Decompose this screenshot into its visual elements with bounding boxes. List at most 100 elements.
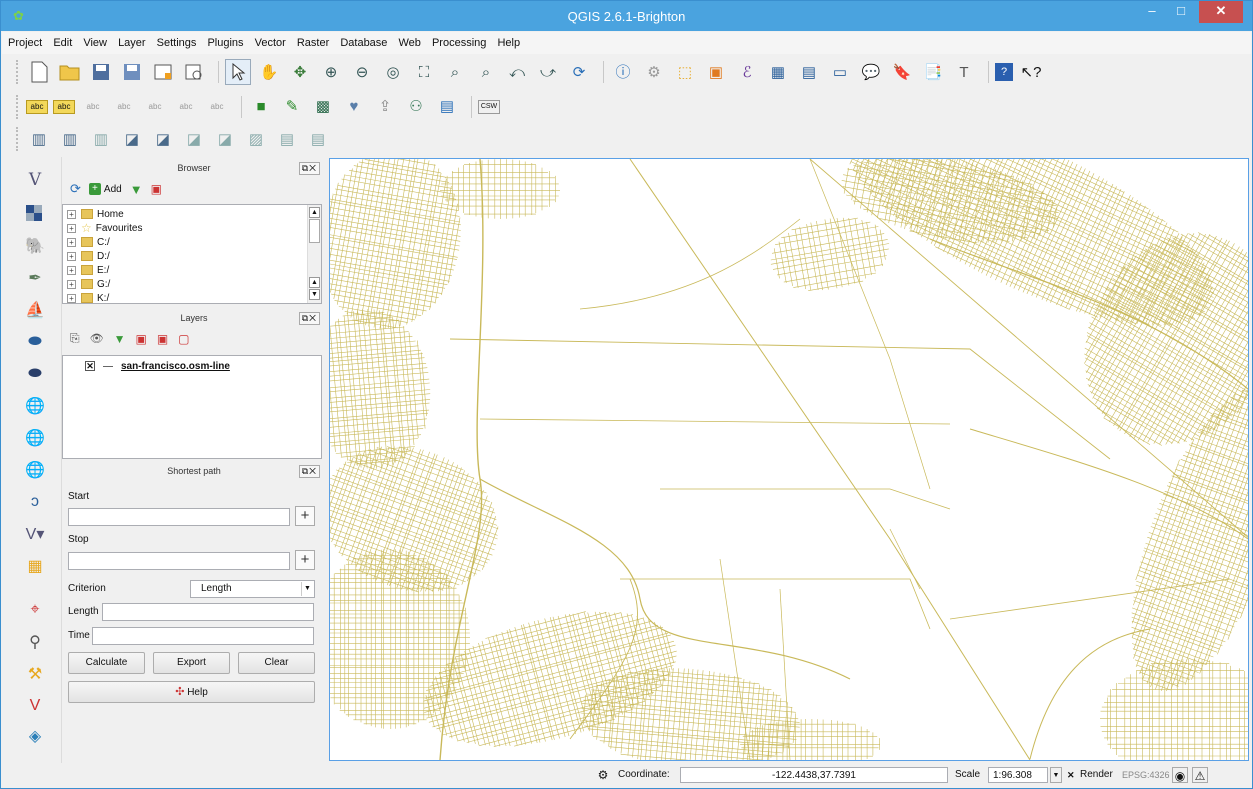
scroll-thumb[interactable] <box>309 219 320 243</box>
add-vector-layer-icon[interactable]: V <box>22 167 48 193</box>
menu-web[interactable]: Web <box>394 32 424 54</box>
csw-icon[interactable]: CSW <box>478 99 500 114</box>
label-icon[interactable]: abc <box>26 99 48 114</box>
raster-tool-4-icon[interactable]: ◪ <box>119 126 145 152</box>
add-wfs-layer-icon[interactable]: 🌐 <box>22 457 48 483</box>
plugin-network-icon[interactable]: ⚇ <box>403 94 429 120</box>
text-annotation-icon[interactable]: T <box>951 59 977 85</box>
add-delimited-text-icon[interactable]: ↄ <box>22 489 48 515</box>
save-project-icon[interactable] <box>88 59 114 85</box>
zoom-to-selection-icon[interactable]: ⌕ <box>473 59 499 85</box>
start-point-input[interactable] <box>68 508 290 526</box>
new-spatialite-icon[interactable]: ▦ <box>22 553 48 579</box>
raster-tool-6-icon[interactable]: ◪ <box>181 126 207 152</box>
collapse-all-icon[interactable]: ▣ <box>157 332 168 346</box>
scale-dropdown-icon[interactable]: ▼ <box>1050 767 1062 783</box>
menu-edit[interactable]: Edit <box>49 32 76 54</box>
expand-icon[interactable]: + <box>67 279 76 289</box>
plugin-image-icon[interactable]: ▩ <box>310 94 336 120</box>
map-canvas[interactable] <box>329 158 1249 761</box>
attribute-table-icon[interactable]: ▦ <box>765 59 791 85</box>
maximize-button[interactable]: □ <box>1166 1 1196 23</box>
add-spatialite-layer-icon[interactable]: ✒ <box>22 265 48 291</box>
menu-settings[interactable]: Settings <box>153 32 201 54</box>
add-wms-layer-icon[interactable]: 🌐 <box>22 393 48 419</box>
panel-float-close-buttons[interactable]: ⧉✕ <box>298 162 320 175</box>
browser-scrollbar[interactable]: ▲ ▲ ▼ <box>307 205 321 303</box>
action-icon[interactable]: ⚙ <box>641 59 667 85</box>
menu-help[interactable]: Help <box>493 32 524 54</box>
composer-manager-icon[interactable] <box>181 59 207 85</box>
add-raster-layer-icon[interactable] <box>22 201 48 227</box>
new-print-composer-icon[interactable] <box>150 59 176 85</box>
crs-globe-icon[interactable]: ◉ <box>1172 767 1188 783</box>
render-checkbox[interactable]: ✕ <box>1067 767 1075 783</box>
export-button[interactable]: Export <box>153 652 230 674</box>
menu-vector[interactable]: Vector <box>251 32 290 54</box>
menu-raster[interactable]: Raster <box>293 32 333 54</box>
zoom-in-icon[interactable]: ⊕ <box>318 59 344 85</box>
criterion-select[interactable]: Length ▼ <box>190 580 315 598</box>
calculate-button[interactable]: Calculate <box>68 652 145 674</box>
change-label-icon[interactable]: abc <box>204 94 230 120</box>
panel-float-close-buttons[interactable]: ⧉✕ <box>298 312 320 325</box>
crs-status[interactable]: EPSG:4326 <box>1122 767 1170 783</box>
plugin-green-icon[interactable]: ■ <box>248 94 274 120</box>
toolbar-grip[interactable] <box>16 127 20 151</box>
tree-item-drive-c[interactable]: + C:/ <box>67 235 110 249</box>
refresh-icon[interactable]: ⟳ <box>566 59 592 85</box>
menu-project[interactable]: Project <box>2 32 46 54</box>
plugin-database-icon[interactable]: ▤ <box>434 94 460 120</box>
raster-tool-8-icon[interactable]: ▨ <box>243 126 269 152</box>
layer-labeling-icon[interactable]: abc <box>53 99 75 114</box>
whats-this-icon[interactable]: ↖? <box>1018 59 1044 85</box>
plugin-heart-icon[interactable]: ♥ <box>341 94 367 120</box>
coordinate-field[interactable]: -122.4438,37.7391 <box>680 767 948 783</box>
pin-labels-icon[interactable]: abc <box>80 94 106 120</box>
move-label-icon[interactable]: abc <box>142 94 168 120</box>
help-contents-icon[interactable]: ? <box>995 63 1013 81</box>
show-labels-icon[interactable]: abc <box>111 94 137 120</box>
expand-icon[interactable]: + <box>67 293 76 303</box>
toolbar-grip[interactable] <box>16 60 20 84</box>
deselect-icon[interactable]: ▣ <box>703 59 729 85</box>
zoom-last-icon[interactable]: ⤺ <box>504 59 530 85</box>
filter-legend-icon[interactable]: ▼ <box>114 332 126 346</box>
expand-icon[interactable]: + <box>67 237 76 247</box>
stop-point-input[interactable] <box>68 552 290 570</box>
add-feature-point-icon[interactable]: ⌖ <box>22 597 48 623</box>
zoom-to-layer-icon[interactable]: ⌕ <box>442 59 468 85</box>
remove-layer-icon[interactable]: ▢ <box>178 332 189 346</box>
show-bookmarks-icon[interactable]: 📑 <box>920 59 946 85</box>
new-project-icon[interactable] <box>26 59 52 85</box>
refresh-icon[interactable]: ⟳ <box>70 181 81 197</box>
add-oracle-layer-icon[interactable]: ⬬ <box>22 329 48 355</box>
minimize-button[interactable]: – <box>1137 1 1167 23</box>
tree-item-drive-g[interactable]: + G:/ <box>67 277 110 291</box>
vector-style-icon[interactable]: V <box>22 693 48 719</box>
plugin-upload-icon[interactable]: ⇪ <box>372 94 398 120</box>
select-arrow-icon[interactable] <box>225 59 251 85</box>
raster-tool-3-icon[interactable]: ▥ <box>88 126 114 152</box>
layer-visibility-checkbox[interactable]: ✕ <box>85 361 95 371</box>
add-wcs-layer-icon[interactable]: 🌐 <box>22 425 48 451</box>
gps-icon[interactable]: ⚲ <box>22 629 48 655</box>
clear-button[interactable]: Clear <box>238 652 315 674</box>
messages-warning-icon[interactable]: ⚠ <box>1192 767 1208 783</box>
map-view-icon[interactable]: ◈ <box>22 723 48 749</box>
menu-layer[interactable]: Layer <box>114 32 150 54</box>
tree-item-home[interactable]: + Home <box>67 207 124 221</box>
save-as-icon[interactable] <box>119 59 145 85</box>
pan-to-selection-icon[interactable]: ✥ <box>287 59 313 85</box>
layer-item-san-francisco[interactable]: ✕ san-francisco.osm-line <box>67 359 230 373</box>
scale-select[interactable]: 1:96.308 <box>988 767 1048 783</box>
measure-icon[interactable]: ▭ <box>827 59 853 85</box>
tree-item-drive-k[interactable]: + K:/ <box>67 291 109 305</box>
pan-hand-icon[interactable]: ✋ <box>256 59 282 85</box>
identify-icon[interactable]: ⓘ <box>610 59 636 85</box>
menu-processing[interactable]: Processing <box>428 32 490 54</box>
open-project-icon[interactable] <box>57 59 83 85</box>
road-network-map[interactable] <box>330 159 1248 760</box>
tree-item-drive-e[interactable]: + E:/ <box>67 263 109 277</box>
new-bookmark-icon[interactable]: 🔖 <box>889 59 915 85</box>
